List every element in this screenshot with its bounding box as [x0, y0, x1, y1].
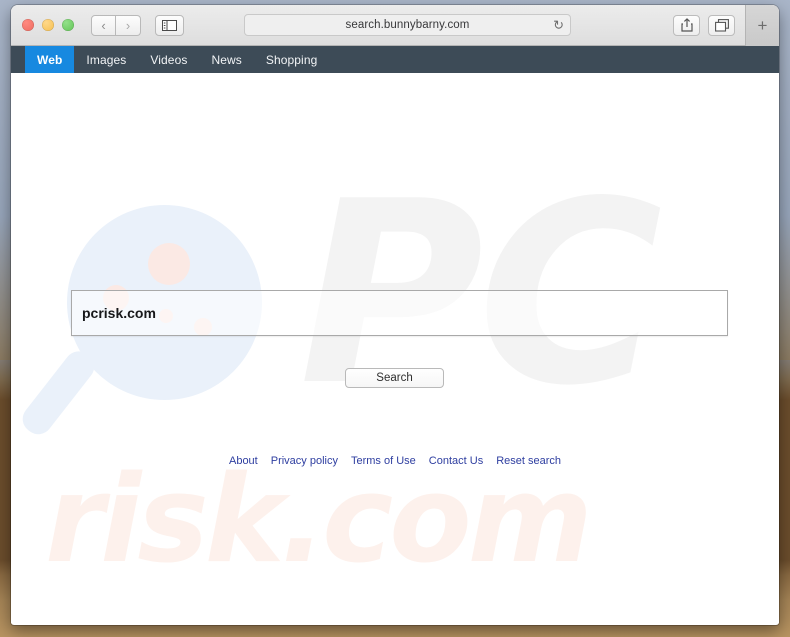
toolbar-right-buttons — [673, 14, 735, 36]
forward-button[interactable]: › — [116, 14, 141, 36]
sitenav-tab-shopping[interactable]: Shopping — [254, 46, 330, 73]
watermark-risk-text: risk.com — [45, 451, 593, 590]
tabs-icon — [714, 18, 729, 32]
address-bar-url: search.bunnybarny.com — [345, 19, 470, 31]
minimize-window-button[interactable] — [42, 19, 54, 31]
show-all-tabs-button[interactable] — [708, 14, 735, 36]
zoom-window-button[interactable] — [62, 19, 74, 31]
window-controls — [11, 19, 74, 31]
chevron-left-icon: ‹ — [101, 17, 106, 33]
sitenav-tab-label: Shopping — [265, 52, 318, 67]
sitenav-tab-label: Images — [86, 52, 127, 67]
site-navigation-bar: Web Images Videos News Shopping — [11, 46, 779, 73]
sitenav-tab-web[interactable]: Web — [25, 46, 75, 73]
share-button[interactable] — [673, 14, 700, 36]
navigation-buttons: ‹ › — [91, 14, 141, 36]
plus-icon: + — [757, 15, 768, 35]
page-content: PC risk.com Search About Privacy policy … — [11, 73, 779, 624]
footer-link-privacy-policy[interactable]: Privacy policy — [271, 455, 338, 467]
browser-window: ‹ › search.bunnybarny.com ↻ + Web Images… — [11, 5, 779, 625]
close-window-button[interactable] — [22, 19, 34, 31]
sitenav-tab-videos[interactable]: Videos — [138, 46, 199, 73]
search-box[interactable] — [71, 290, 728, 336]
sitenav-tab-label: News — [211, 52, 242, 67]
watermark-dot — [148, 243, 190, 285]
sidebar-icon — [162, 19, 177, 31]
footer-link-terms-of-use[interactable]: Terms of Use — [351, 455, 416, 467]
sitenav-tab-news[interactable]: News — [199, 46, 253, 73]
chevron-right-icon: › — [125, 17, 131, 33]
footer-link-contact-us[interactable]: Contact Us — [429, 455, 483, 467]
sitenav-tab-label: Web — [37, 52, 63, 67]
footer-link-about[interactable]: About — [229, 455, 258, 467]
sitenav-tab-label: Videos — [150, 52, 188, 67]
reload-icon[interactable]: ↻ — [553, 19, 564, 32]
share-icon — [680, 18, 693, 32]
new-tab-button[interactable]: + — [745, 5, 779, 46]
back-button[interactable]: ‹ — [91, 14, 116, 36]
browser-toolbar: ‹ › search.bunnybarny.com ↻ + — [11, 5, 779, 46]
show-sidebar-button[interactable] — [155, 14, 184, 36]
address-bar[interactable]: search.bunnybarny.com ↻ — [244, 14, 571, 36]
footer-link-reset-search[interactable]: Reset search — [496, 455, 561, 467]
search-input[interactable] — [82, 305, 727, 321]
footer-links: About Privacy policy Terms of Use Contac… — [11, 455, 779, 467]
sitenav-tab-images[interactable]: Images — [74, 46, 138, 73]
search-button[interactable]: Search — [345, 368, 444, 388]
